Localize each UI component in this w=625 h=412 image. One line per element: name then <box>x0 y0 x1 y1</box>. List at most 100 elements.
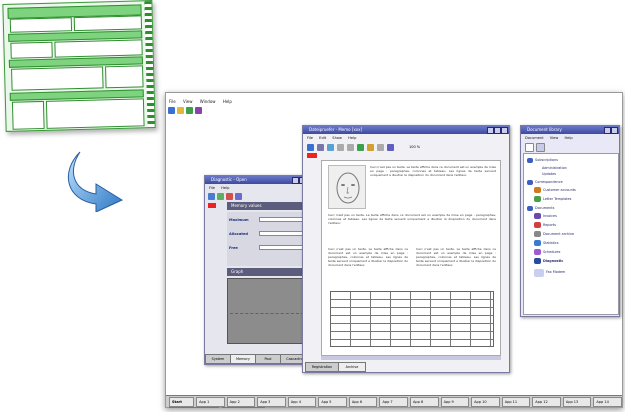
search-icon[interactable] <box>536 143 545 152</box>
portrait-image <box>328 165 366 209</box>
new-icon[interactable] <box>168 107 175 114</box>
memory-section-header: Memory values <box>227 202 307 210</box>
taskbar-item[interactable]: App 2 <box>226 396 256 407</box>
check-icon[interactable] <box>357 143 364 151</box>
tree-node[interactable]: Administration <box>542 166 567 170</box>
menu-document[interactable]: Document <box>525 136 544 140</box>
format-icon[interactable] <box>327 143 334 151</box>
close-button[interactable] <box>501 127 508 134</box>
tree-node[interactable]: Statistics <box>543 241 559 245</box>
menu-view[interactable]: View <box>183 99 193 104</box>
tree-node-selected[interactable]: Diagnostic <box>543 259 563 263</box>
taskbar-item[interactable]: App 11 <box>501 396 531 407</box>
document-icon <box>534 187 541 193</box>
tree-node[interactable]: Reports <box>543 223 556 227</box>
folder-icon <box>527 158 533 163</box>
taskbar-item[interactable]: App 9 <box>440 396 470 407</box>
curved-arrow-icon <box>67 151 124 212</box>
tools-icon[interactable] <box>186 107 193 114</box>
tab-system[interactable]: System <box>205 354 231 364</box>
taskbar-item[interactable]: App 6 <box>348 396 378 407</box>
tree-node[interactable]: Fax Modem <box>546 270 565 274</box>
tree-node[interactable]: Subscriptions <box>535 158 558 162</box>
form-field <box>73 15 143 32</box>
tree-node[interactable]: Correspondence <box>535 180 563 184</box>
menu-window[interactable]: Window <box>200 99 216 104</box>
tab-archive[interactable]: Archive <box>338 362 366 372</box>
tree-node[interactable]: Letter Templates <box>543 197 571 201</box>
taskbar-item[interactable]: App 1 <box>196 396 225 407</box>
tree-node[interactable]: Documents <box>535 206 554 210</box>
save-icon[interactable] <box>307 143 314 151</box>
menu-view[interactable]: View <box>550 136 559 140</box>
taskbar-item[interactable]: App 12 <box>532 396 561 407</box>
search-icon[interactable] <box>367 143 374 151</box>
folder-icon <box>527 180 533 185</box>
menu-file[interactable]: File <box>209 186 215 190</box>
taskbar-item[interactable]: App 5 <box>318 396 347 407</box>
document-page: Ceci n'est pas un texte. Le texte affich… <box>321 160 501 356</box>
maximum-value <box>259 217 303 222</box>
form-field <box>10 41 53 59</box>
allocated-label: Allocated <box>229 232 248 236</box>
print-icon[interactable] <box>317 143 324 151</box>
tab-registration[interactable]: Registration <box>305 362 339 372</box>
tree-node[interactable]: Schedules <box>543 250 560 254</box>
paragraph-full: Ceci n'est pas un texte. Le texte affich… <box>328 213 496 225</box>
tab-memory[interactable]: Memory <box>230 354 256 364</box>
desktop-menubar: File View Window Help <box>166 99 622 106</box>
editor-window: Dateipruefer - Memo [xxx] File Edit Show… <box>302 125 510 373</box>
menu-file[interactable]: File <box>307 136 313 140</box>
minimize-button[interactable] <box>292 177 299 184</box>
tree-node[interactable]: Document archive <box>543 232 574 236</box>
taskbar-item[interactable]: App 13 <box>562 396 592 407</box>
menu-edit[interactable]: Edit <box>319 136 326 140</box>
start-button[interactable]: Start <box>169 396 195 407</box>
run-icon[interactable] <box>217 193 224 200</box>
form-field <box>54 39 143 58</box>
document-icon <box>534 196 541 202</box>
menu-help[interactable]: Help <box>348 136 356 140</box>
form-field <box>11 66 104 91</box>
refresh-icon[interactable] <box>208 193 215 200</box>
menu-help[interactable]: Help <box>221 186 229 190</box>
menu-show[interactable]: Show <box>332 136 342 140</box>
zoom-level[interactable]: 100 % <box>409 145 420 149</box>
taskbar-item[interactable]: App 3 <box>257 396 286 407</box>
chart-icon[interactable] <box>235 193 242 200</box>
tab-pool[interactable]: Pool <box>255 354 281 364</box>
maximize-button[interactable] <box>494 127 501 134</box>
library-menubar: Document View Help <box>521 135 619 141</box>
stop-icon[interactable] <box>226 193 233 200</box>
tree-node[interactable]: Invoices <box>543 214 557 218</box>
alert-indicator <box>208 203 216 208</box>
menu-help[interactable]: Help <box>564 136 572 140</box>
horizontal-scrollbar[interactable] <box>321 356 501 360</box>
taskbar-item[interactable]: App 4 <box>287 396 317 407</box>
document-icon <box>534 213 541 219</box>
image-icon[interactable] <box>387 143 394 151</box>
library-window: Document library Document View Help Subs… <box>520 125 620 317</box>
settings-icon[interactable] <box>195 107 202 114</box>
italic-icon[interactable] <box>347 143 354 151</box>
open-folder-icon[interactable] <box>177 107 184 114</box>
new-document-icon[interactable] <box>525 143 534 152</box>
menu-file[interactable]: File <box>169 99 176 104</box>
taskbar-item[interactable]: App 7 <box>379 396 409 407</box>
table-icon[interactable] <box>377 143 384 151</box>
taskbar-item[interactable]: App 10 <box>471 396 500 407</box>
form-field <box>105 65 144 89</box>
graph-line <box>230 313 304 315</box>
menu-help[interactable]: Help <box>223 99 232 104</box>
minimize-button[interactable] <box>604 127 611 134</box>
taskbar-item[interactable]: App 14 <box>593 396 622 407</box>
column-right: Ceci n'est pas un texte. Le texte affich… <box>416 247 496 267</box>
graph-section-header: Graph <box>227 268 307 276</box>
face-icon <box>336 172 360 204</box>
close-button[interactable] <box>611 127 618 134</box>
tree-node[interactable]: Customer accounts <box>543 188 576 192</box>
tree-node[interactable]: Updates <box>542 172 556 176</box>
minimize-button[interactable] <box>487 127 494 134</box>
taskbar-item[interactable]: App 8 <box>410 396 439 407</box>
bold-icon[interactable] <box>337 143 344 151</box>
